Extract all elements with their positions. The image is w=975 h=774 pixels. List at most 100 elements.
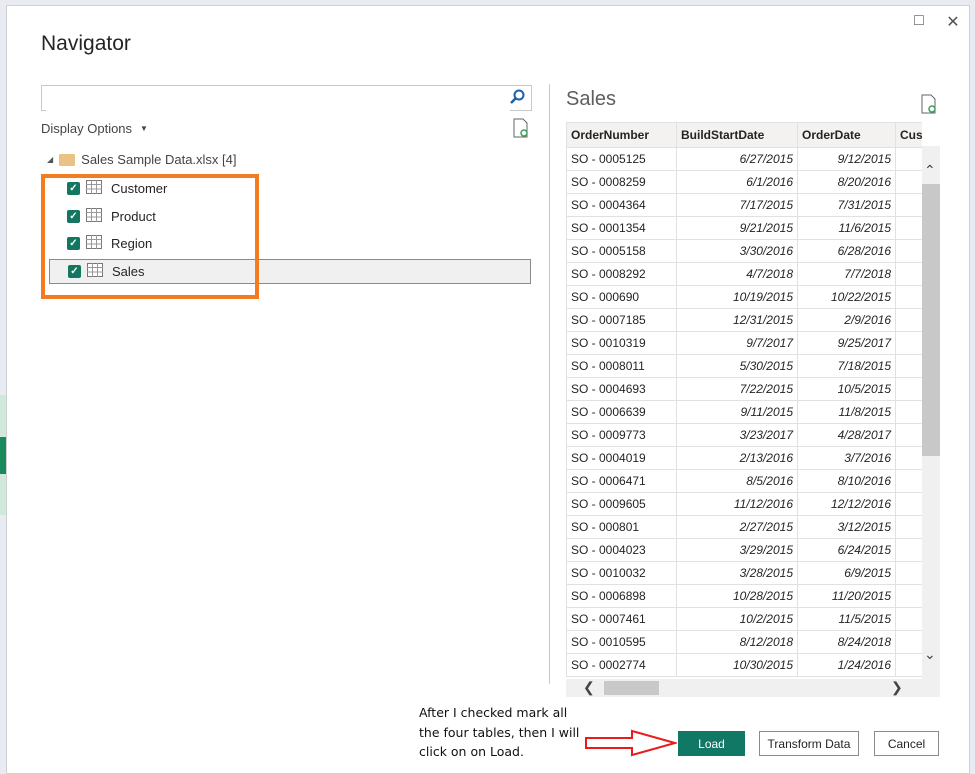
order-number-cell: SO - 0005158: [566, 239, 677, 263]
table-row: SO - 0004019 2/13/2016 3/7/2016: [566, 446, 922, 470]
dialog-title: Navigator: [41, 32, 131, 55]
table-row: SO - 0009773 3/23/2017 4/28/2017: [566, 423, 922, 447]
order-number-cell: SO - 0006471: [566, 469, 677, 493]
build-start-date-cell: 5/30/2015: [676, 354, 798, 378]
order-number-cell: SO - 000690: [566, 285, 677, 309]
customer-cell: [895, 538, 922, 562]
cancel-button[interactable]: Cancel: [874, 731, 939, 756]
customer-cell: [895, 308, 922, 332]
column-header[interactable]: Custom: [895, 122, 922, 148]
tree-item-region[interactable]: ✓ Region: [49, 231, 531, 256]
order-date-cell: 11/5/2015: [797, 607, 896, 631]
table-row: SO - 000801 2/27/2015 3/12/2015: [566, 515, 922, 539]
build-start-date-cell: 2/13/2016: [676, 446, 798, 470]
chevron-down-icon: ▼: [140, 124, 148, 133]
tree-item-label: Region: [111, 236, 153, 251]
customer-cell: [895, 469, 922, 493]
transform-data-button[interactable]: Transform Data: [759, 731, 859, 756]
display-options-dropdown[interactable]: Display Options ▼: [41, 121, 148, 136]
customer-cell: [895, 239, 922, 263]
column-header[interactable]: BuildStartDate: [676, 122, 798, 148]
checkbox-checked[interactable]: ✓: [67, 182, 80, 195]
order-date-cell: 10/22/2015: [797, 285, 896, 309]
table-row: SO - 0007461 10/2/2015 11/5/2015: [566, 607, 922, 631]
tree-item-label: Product: [111, 208, 156, 224]
tree-root[interactable]: ◢ Sales Sample Data.xlsx [4]: [47, 152, 237, 167]
build-start-date-cell: 6/1/2016: [676, 170, 798, 194]
search-input[interactable]: [46, 87, 510, 111]
search-icon[interactable]: [509, 89, 525, 110]
table-row: SO - 0009605 11/12/2016 12/12/2016: [566, 492, 922, 516]
checkbox-checked[interactable]: ✓: [67, 209, 80, 223]
order-number-cell: SO - 0008292: [566, 262, 677, 286]
scroll-left-icon[interactable]: ❮: [583, 679, 595, 696]
build-start-date-cell: 12/31/2015: [676, 308, 798, 332]
checkbox-checked[interactable]: ✓: [67, 237, 80, 250]
scroll-down-icon[interactable]: ⌄: [924, 646, 936, 663]
load-button[interactable]: Load: [678, 731, 745, 756]
column-header[interactable]: OrderDate: [797, 122, 896, 148]
order-date-cell: 6/28/2016: [797, 239, 896, 263]
preview-title: Sales: [566, 88, 617, 110]
refresh-icon[interactable]: [921, 94, 937, 119]
pane-divider: [549, 84, 550, 684]
navigator-dialog: Navigator □ ✕ Display Options ▼ ◢ Sales S…: [6, 5, 970, 774]
column-header[interactable]: OrderNumber: [566, 122, 677, 148]
order-number-cell: SO - 0005125: [566, 147, 677, 171]
build-start-date-cell: 4/7/2018: [676, 262, 798, 286]
table-icon: [86, 180, 102, 197]
table-row: SO - 0010032 3/28/2015 6/9/2015: [566, 561, 922, 585]
order-date-cell: 11/8/2015: [797, 400, 896, 424]
tree-item-customer[interactable]: ✓ Customer: [49, 176, 531, 201]
horizontal-scroll-thumb[interactable]: [604, 681, 659, 695]
order-number-cell: SO - 0010595: [566, 630, 677, 654]
build-start-date-cell: 3/30/2016: [676, 239, 798, 263]
order-number-cell: SO - 0006898: [566, 584, 677, 608]
order-date-cell: 11/20/2015: [797, 584, 896, 608]
build-start-date-cell: 3/23/2017: [676, 423, 798, 447]
restore-icon[interactable]: □: [907, 12, 931, 30]
scroll-right-icon[interactable]: ❯: [891, 679, 903, 696]
refresh-icon[interactable]: [513, 118, 529, 143]
table-icon: [86, 235, 102, 252]
scroll-up-icon[interactable]: ⌃: [924, 162, 936, 179]
expand-triangle-icon[interactable]: ◢: [47, 155, 53, 164]
order-number-cell: SO - 0004019: [566, 446, 677, 470]
vertical-scroll-thumb[interactable]: [922, 184, 940, 456]
display-options-label: Display Options: [41, 121, 133, 136]
checkbox-checked[interactable]: ✓: [68, 264, 81, 278]
close-icon[interactable]: ✕: [941, 12, 965, 32]
order-date-cell: 8/20/2016: [797, 170, 896, 194]
table-row: SO - 0005158 3/30/2016 6/28/2016: [566, 239, 922, 263]
table-row: SO - 0006471 8/5/2016 8/10/2016: [566, 469, 922, 493]
order-date-cell: 9/12/2015: [797, 147, 896, 171]
order-number-cell: SO - 0007461: [566, 607, 677, 631]
build-start-date-cell: 10/30/2015: [676, 653, 798, 677]
tree-item-sales[interactable]: ✓ Sales: [49, 258, 531, 284]
order-number-cell: SO - 0006639: [566, 400, 677, 424]
table-row: SO - 0001354 9/21/2015 11/6/2015: [566, 216, 922, 240]
order-date-cell: 12/12/2016: [797, 492, 896, 516]
customer-cell: [895, 170, 922, 194]
customer-cell: [895, 377, 922, 401]
order-number-cell: SO - 0010319: [566, 331, 677, 355]
build-start-date-cell: 9/11/2015: [676, 400, 798, 424]
customer-cell: [895, 584, 922, 608]
order-number-cell: SO - 0004364: [566, 193, 677, 217]
build-start-date-cell: 6/27/2015: [676, 147, 798, 171]
table-row: SO - 0004364 7/17/2015 7/31/2015: [566, 193, 922, 217]
order-number-cell: SO - 0008011: [566, 354, 677, 378]
build-start-date-cell: 8/12/2018: [676, 630, 798, 654]
order-number-cell: SO - 0007185: [566, 308, 677, 332]
folder-icon: [59, 153, 76, 166]
table-row: SO - 0008259 6/1/2016 8/20/2016: [566, 170, 922, 194]
customer-cell: [895, 285, 922, 309]
customer-cell: [895, 354, 922, 378]
table-icon: [86, 207, 102, 225]
order-number-cell: SO - 0004693: [566, 377, 677, 401]
order-date-cell: 3/12/2015: [797, 515, 896, 539]
order-number-cell: SO - 0009773: [566, 423, 677, 447]
table-row: SO - 0004693 7/22/2015 10/5/2015: [566, 377, 922, 401]
tree-item-product[interactable]: ✓ Product: [49, 204, 531, 229]
table-row: SO - 0006898 10/28/2015 11/20/2015: [566, 584, 922, 608]
